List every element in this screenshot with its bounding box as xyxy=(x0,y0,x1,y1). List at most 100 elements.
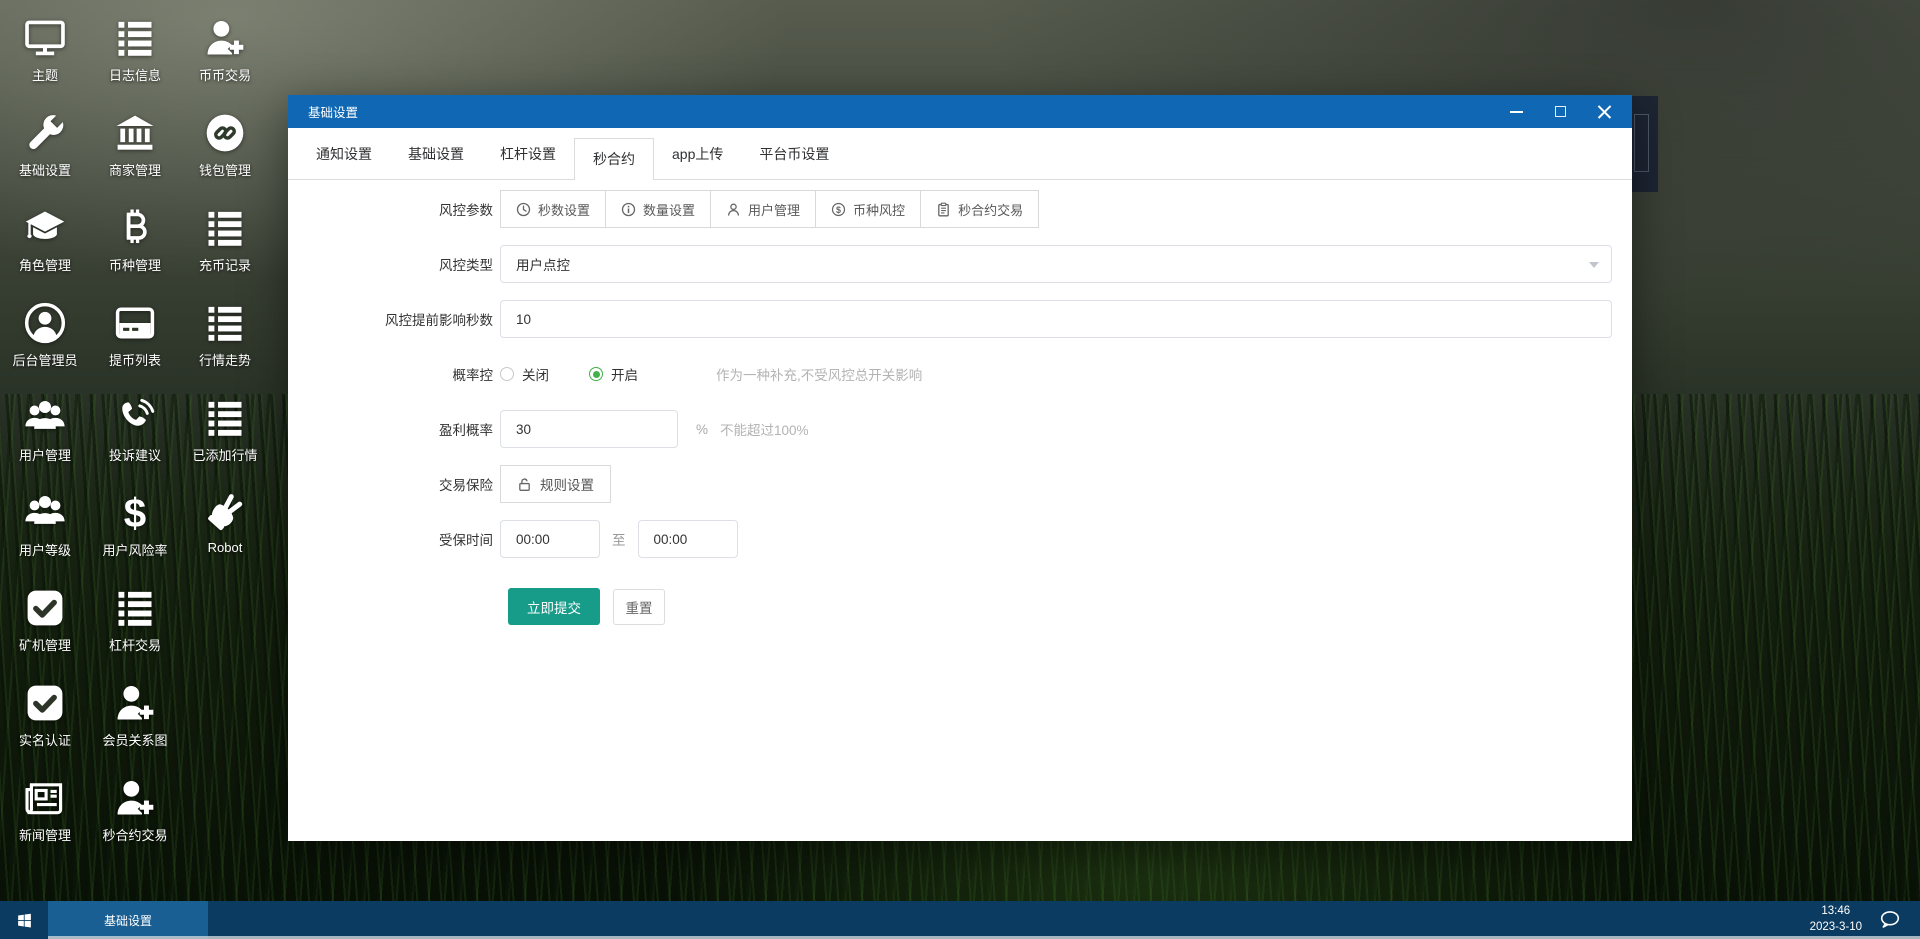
desktop-icon-role-mgmt[interactable]: 角色管理 xyxy=(0,200,90,295)
button-label: 用户管理 xyxy=(748,202,801,218)
clock-time: 13:46 xyxy=(1821,905,1851,918)
desktop-icon-news-mgmt[interactable]: 新闻管理 xyxy=(0,770,90,865)
coin-risk-button[interactable]: 币种风控 xyxy=(815,190,922,228)
button-label: 币种风控 xyxy=(853,202,906,218)
probability-off-label: 关闭 xyxy=(522,368,549,383)
tab-platform-coin-settings[interactable]: 平台币设置 xyxy=(741,129,847,180)
risk-type-value: 用户点控 xyxy=(516,258,570,273)
background-window-button-outline xyxy=(1634,114,1649,172)
submit-button[interactable]: 立即提交 xyxy=(508,588,600,625)
user-plus-icon xyxy=(113,776,157,820)
risk-type-select[interactable]: 用户点控 xyxy=(500,245,1612,283)
desktop-icon-coin-mgmt[interactable]: 币种管理 xyxy=(90,200,180,295)
desktop-icon-withdraw-list[interactable]: 提币列表 xyxy=(90,295,180,390)
desktop-icon-market-trend[interactable]: 行情走势 xyxy=(180,295,270,390)
rule-settings-button[interactable]: 规则设置 xyxy=(500,465,611,503)
profit-probability-hint: 不能超过100% xyxy=(720,423,809,438)
chat-bubble-icon xyxy=(1876,908,1903,932)
desktop-icon-seconds-contract[interactable]: 秒合约交易 xyxy=(90,770,180,865)
list-icon xyxy=(203,206,247,250)
desktop-icon-label: 用户等级 xyxy=(18,543,71,558)
lock-icon xyxy=(517,477,532,492)
probability-on-radio[interactable] xyxy=(589,367,603,381)
desktop-icon-label: 钱包管理 xyxy=(198,163,251,178)
desktop-icon-basic-settings[interactable]: 基础设置 xyxy=(0,105,90,200)
user-management-button[interactable]: 用户管理 xyxy=(710,190,817,228)
seconds-setting-button[interactable]: 秒数设置 xyxy=(500,190,607,228)
desktop-icon-label: 主题 xyxy=(31,68,58,83)
maximize-button[interactable] xyxy=(1538,95,1582,128)
user-circle-icon xyxy=(23,301,67,345)
system-tray: 13:46 2023-3-10 xyxy=(1810,901,1920,939)
risk-type-row: 风控类型 用户点控 xyxy=(288,245,1632,283)
desktop-icon-label: 充币记录 xyxy=(198,258,251,273)
desktop-row: 后台管理员 提币列表 行情走势 xyxy=(0,295,280,390)
tray-chat-button[interactable] xyxy=(1874,907,1904,933)
settings-tabbar: 通知设置 基础设置 杠杆设置 秒合约 app上传 平台币设置 xyxy=(288,128,1632,180)
window-titlebar: 基础设置 xyxy=(288,95,1632,128)
desktop-icon-leverage-trade[interactable]: 杠杆交易 xyxy=(90,580,180,675)
desktop-icon-label: 会员关系图 xyxy=(102,733,168,748)
button-label: 秒合约交易 xyxy=(958,202,1024,218)
desktop-icon-deposit-records[interactable]: 充币记录 xyxy=(180,200,270,295)
check-square-icon xyxy=(23,681,67,725)
start-button[interactable] xyxy=(0,901,48,939)
tab-app-upload[interactable]: app上传 xyxy=(654,129,741,180)
insured-time-to-input[interactable] xyxy=(637,520,738,558)
desktop-icon-admin-users[interactable]: 后台管理员 xyxy=(0,295,90,390)
dollar-icon xyxy=(113,491,157,535)
credit-card-icon xyxy=(113,301,157,345)
users-icon xyxy=(23,396,67,440)
profit-probability-input[interactable] xyxy=(500,410,678,448)
desktop-icon-user-mgmt[interactable]: 用户管理 xyxy=(0,390,90,485)
taskbar-item-label: 基础设置 xyxy=(103,913,152,928)
risk-params-button-group: 秒数设置 数量设置 用户管理 币种风控 秒合约交易 xyxy=(500,190,1040,228)
desktop-icon-label: 提币列表 xyxy=(108,353,161,368)
tab-seconds-contract[interactable]: 秒合约 xyxy=(574,138,654,180)
desktop-icon-label: 投诉建议 xyxy=(108,448,161,463)
taskbar-item-basic-settings[interactable]: 基础设置 xyxy=(48,901,208,939)
desktop-icon-wallet-mgmt[interactable]: 钱包管理 xyxy=(180,105,270,200)
maximize-icon xyxy=(1554,106,1566,117)
trade-insurance-row: 交易保险 规则设置 xyxy=(288,465,1632,503)
desktop-icon-miner-mgmt[interactable]: 矿机管理 xyxy=(0,580,90,675)
desktop-icon-log-info[interactable]: 日志信息 xyxy=(90,10,180,105)
clipboard-icon xyxy=(936,202,951,217)
desktop-icon-member-graph[interactable]: 会员关系图 xyxy=(90,675,180,770)
desktop-icon-coin-trade[interactable]: 币币交易 xyxy=(180,10,270,105)
list-icon xyxy=(203,396,247,440)
tab-basic-settings[interactable]: 基础设置 xyxy=(390,129,482,180)
desktop-icon-label: 用户风险率 xyxy=(102,543,168,558)
reset-button[interactable]: 重置 xyxy=(613,588,665,625)
desktop-icon-merchant-mgmt[interactable]: 商家管理 xyxy=(90,105,180,200)
insured-time-from-input[interactable] xyxy=(500,520,600,558)
tab-notification-settings[interactable]: 通知设置 xyxy=(298,129,390,180)
desktop-icon-theme[interactable]: 主题 xyxy=(0,10,90,105)
minimize-button[interactable] xyxy=(1494,95,1538,128)
desktop-icon-feedback[interactable]: 投诉建议 xyxy=(90,390,180,485)
percent-unit: % xyxy=(696,421,709,437)
risk-params-label: 风控参数 xyxy=(439,203,493,218)
form-actions-row: 立即提交 重置 xyxy=(288,588,1632,625)
desktop-icon-added-markets[interactable]: 已添加行情 xyxy=(180,390,270,485)
chevron-down-icon xyxy=(1589,262,1599,268)
risk-type-label: 风控类型 xyxy=(439,258,493,273)
button-label: 秒数设置 xyxy=(538,202,591,218)
desktop-icon-label: 角色管理 xyxy=(18,258,71,273)
quantity-setting-button[interactable]: 数量设置 xyxy=(605,190,712,228)
person-icon xyxy=(726,202,741,217)
desktop-icon-user-level[interactable]: 用户等级 xyxy=(0,485,90,580)
desktop-icon-real-name-auth[interactable]: 实名认证 xyxy=(0,675,90,770)
desktop-icon-grid: 主题 日志信息 币币交易 基础设置 商家管理 钱包管理 角色管理 币种管理 充币… xyxy=(0,10,280,865)
desktop-icon-robot[interactable]: Robot xyxy=(180,485,270,580)
seconds-contract-trade-button[interactable]: 秒合约交易 xyxy=(920,190,1040,228)
desktop-icon-label: Robot xyxy=(207,540,243,555)
desktop-icon-user-risk-rate[interactable]: 用户风险率 xyxy=(90,485,180,580)
close-button[interactable] xyxy=(1582,95,1626,128)
taskbar-clock[interactable]: 13:46 2023-3-10 xyxy=(1810,904,1862,935)
tab-leverage-settings[interactable]: 杠杆设置 xyxy=(482,129,574,180)
probability-off-radio[interactable] xyxy=(500,367,514,381)
bank-icon xyxy=(113,111,157,155)
advance-seconds-input[interactable] xyxy=(500,300,1612,338)
desktop-icon-label: 币种管理 xyxy=(108,258,161,273)
